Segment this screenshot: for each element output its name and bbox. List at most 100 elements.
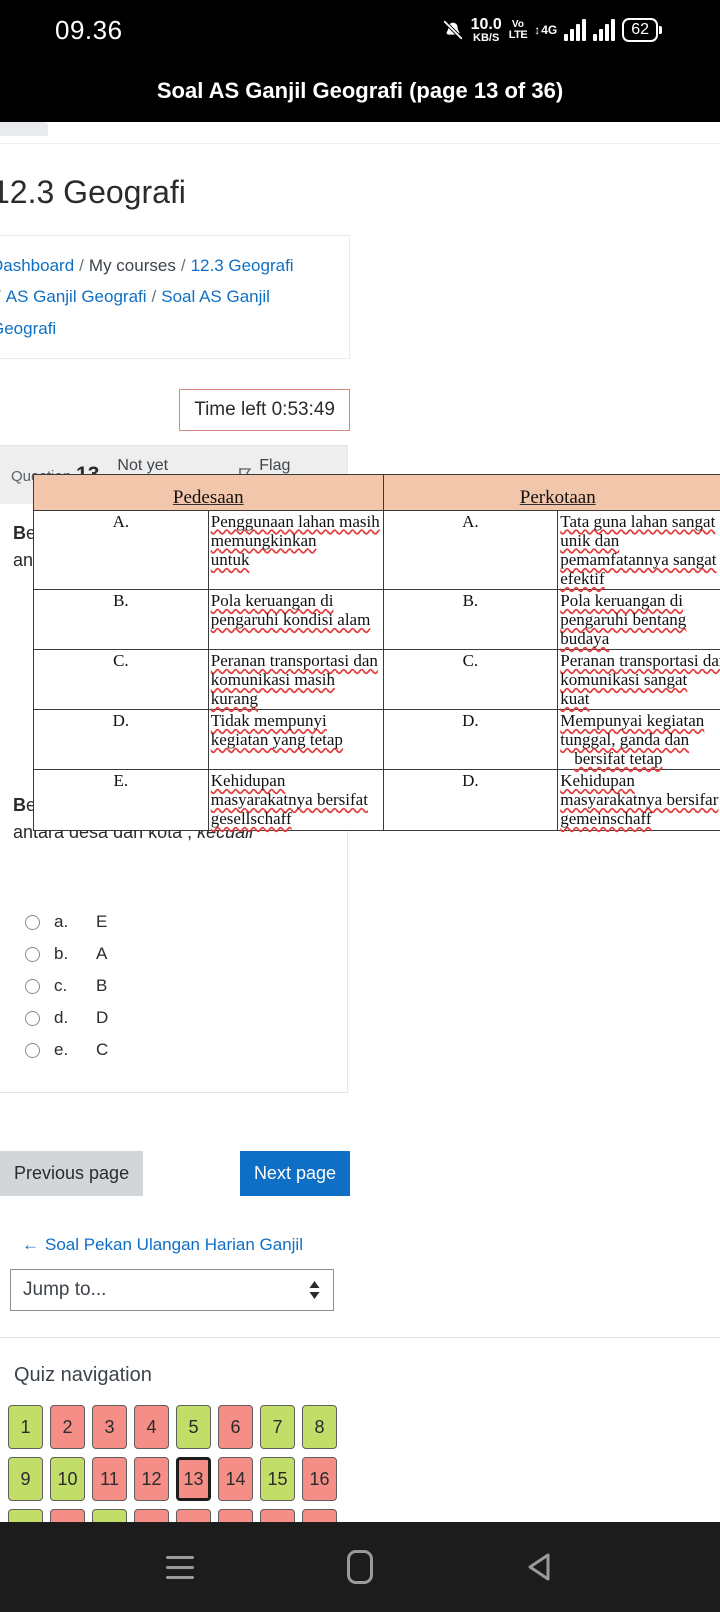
answer-key-a: a. (54, 912, 69, 932)
quiz-nav-cell-8[interactable]: 8 (302, 1405, 337, 1450)
volte-bottom-text: LTE (508, 28, 528, 41)
android-navigation-bar (0, 1522, 720, 1612)
answer-value-d: D (96, 1008, 109, 1028)
quiz-nav-cell-5[interactable]: 5 (176, 1405, 211, 1450)
row-d-right-line2: bersifat tetap (574, 749, 663, 769)
row-c-right-label: C. (382, 649, 559, 711)
answer-key-d: d. (54, 1008, 69, 1028)
quiz-timer: Time left 0:53:49 (179, 389, 350, 432)
quiz-nav-cell-2[interactable]: 2 (50, 1405, 85, 1450)
row-c-left-line2: kurang (210, 689, 258, 709)
row-d-right-text: Mempunyai kegiatan tunggal, ganda dan be… (557, 709, 720, 771)
answer-option-b[interactable]: b. A (25, 938, 347, 970)
row-c-right-line1: Peranan transportasi dan komunikasi sang… (560, 651, 720, 690)
row-b-right-line1: Pola keruangan di pengaruhi bentang buda… (560, 591, 687, 649)
quiz-nav-cell-label: 15 (267, 1468, 288, 1489)
quiz-nav-cell-label: 12 (141, 1468, 162, 1489)
quiz-nav-cell-4[interactable]: 4 (134, 1405, 169, 1450)
breadcrumb: Dashboard/My courses/12.3 Geografi /AS G… (0, 235, 350, 360)
recents-button[interactable] (150, 1537, 210, 1597)
quiz-nav-cell-12[interactable]: 12 (134, 1457, 169, 1502)
row-d-right-line1: Mempunyai kegiatan tunggal, ganda dan (560, 711, 705, 750)
quiz-nav-cell-7[interactable]: 7 (260, 1405, 295, 1450)
quiz-nav-cell-label: 13 (183, 1468, 204, 1489)
battery-percent-label: 62 (622, 17, 658, 43)
table-header-pedesaan-label: Pedesaan (172, 486, 244, 508)
table-row: A. Penggunaan lahan masih memungkinkan u… (33, 509, 720, 591)
quiz-nav-cell-14[interactable]: 14 (218, 1457, 253, 1502)
row-b-right-text: Pola keruangan di pengaruhi bentang buda… (557, 589, 720, 651)
data-arrows-icon: ↕ (534, 23, 541, 37)
section-divider (0, 1337, 720, 1339)
timer-container: Time left 0:53:49 (0, 389, 350, 432)
row-a-right-text: Tata guna lahan sangat unik dan pemamfat… (557, 509, 720, 591)
quiz-nav-cell-3[interactable]: 3 (92, 1405, 127, 1450)
quiz-nav-cell-label: 5 (188, 1416, 199, 1437)
quiz-nav-cell-16[interactable]: 16 (302, 1457, 337, 1502)
recents-hamburger-icon (166, 1555, 194, 1579)
breadcrumb-separator: / (180, 256, 186, 275)
network-speed-value: 10.0 (470, 15, 502, 33)
breadcrumb-item-as-ganjil[interactable]: AS Ganjil Geografi (6, 287, 147, 306)
row-c-right-text: Peranan transportasi dan komunikasi sang… (557, 649, 720, 711)
quiz-nav-cell-6[interactable]: 6 (218, 1405, 253, 1450)
answer-option-c[interactable]: c. B (25, 970, 347, 1002)
jump-to-select[interactable]: Jump to... (10, 1269, 334, 1312)
quiz-nav-cell-label: 3 (104, 1416, 115, 1437)
row-a-left-text: Penggunaan lahan masih memungkinkan untu… (207, 509, 384, 591)
answer-value-c: B (96, 976, 108, 996)
home-button[interactable] (330, 1537, 390, 1597)
volte-top-text: Vo (511, 18, 524, 30)
row-b-left-line1: Pola keruangan di pengaruhi kondisi alam (210, 591, 371, 630)
row-e-left-line1: Kehidupan masyarakatnya bersifat (210, 771, 368, 810)
browser-tab-strip[interactable] (0, 122, 720, 144)
answer-option-a[interactable]: a. E (25, 906, 347, 938)
table-header-perkotaan: Perkotaan (382, 474, 720, 511)
quiz-nav-cell-label: 11 (100, 1468, 119, 1489)
quiz-nav-cell-13[interactable]: 13 (176, 1457, 211, 1502)
back-button[interactable] (510, 1537, 570, 1597)
row-e-right-line2: gemeinschaff (560, 809, 652, 829)
row-d-left-spacer (211, 749, 381, 765)
screen-root: 09.36 10.0 KB/S Vo LTE ↕ 4G 62 Soal AS G… (0, 0, 720, 1612)
table-header-row: Pedesaan Perkotaan (33, 474, 720, 511)
radio-button-e[interactable] (25, 1042, 40, 1058)
network-speed-unit: KB/S (473, 31, 500, 44)
radio-button-b[interactable] (25, 946, 40, 962)
signal-bars-sim1-icon (564, 19, 587, 41)
radio-button-a[interactable] (25, 914, 40, 930)
breadcrumb-separator: / (0, 287, 1, 306)
quiz-nav-cell-15[interactable]: 15 (260, 1457, 295, 1502)
browser-page-title: Soal AS Ganjil Geografi (page 13 of 36) (0, 60, 720, 122)
quiz-nav-cell-label: 10 (57, 1468, 78, 1489)
quiz-nav-cell-1[interactable]: 1 (8, 1405, 43, 1450)
browser-tab-fragment[interactable] (0, 122, 48, 136)
question-image-table: Pedesaan Perkotaan A. Penggunaan lahan m… (33, 474, 720, 831)
quiz-nav-cell-10[interactable]: 10 (50, 1457, 85, 1502)
row-c-left-label: C. (33, 649, 209, 711)
row-b-left-text: Pola keruangan di pengaruhi kondisi alam (207, 589, 384, 651)
row-c-left-text: Peranan transportasi dan komunikasi masi… (207, 649, 384, 711)
breadcrumb-separator: / (151, 287, 157, 307)
quiz-nav-cell-9[interactable]: 9 (8, 1457, 43, 1502)
next-page-button[interactable]: Next page (239, 1151, 350, 1197)
radio-button-d[interactable] (25, 1010, 40, 1026)
answer-option-d[interactable]: d. D (25, 1002, 347, 1034)
row-d-left-label: D. (33, 709, 209, 771)
row-e-left-text: Kehidupan masyarakatnya bersifat gesells… (207, 769, 384, 831)
table-row: B. Pola keruangan di pengaruhi kondisi a… (33, 589, 720, 651)
previous-page-button[interactable]: Previous page (0, 1151, 144, 1197)
answer-option-e[interactable]: e. C (25, 1034, 347, 1066)
row-e-right-label: D. (382, 769, 559, 831)
row-a-right-line2: pemamfatannya sangat efektif (560, 550, 717, 589)
row-a-left-line2: untuk (210, 550, 250, 570)
quiz-nav-cell-11[interactable]: 11 (92, 1457, 127, 1502)
breadcrumb-item-course[interactable]: 12.3 Geografi (191, 256, 294, 275)
quiz-navigation-title: Quiz navigation (14, 1364, 152, 1387)
breadcrumb-item-dashboard[interactable]: Dashboard (0, 256, 74, 275)
status-clock: 09.36 (55, 14, 123, 45)
bell-muted-icon (442, 19, 464, 41)
radio-button-c[interactable] (25, 978, 40, 994)
quit-quiz-link[interactable]: ← Soal Pekan Ulangan Harian Ganjil (22, 1235, 720, 1255)
table-row: D. Tidak mempunyi kegiatan yang tetap D.… (33, 709, 720, 771)
